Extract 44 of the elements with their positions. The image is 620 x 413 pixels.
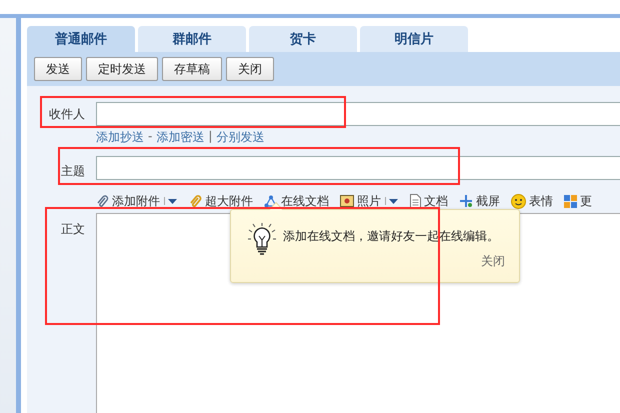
option-link[interactable]: 添加密送 [156, 129, 204, 146]
recipient-field[interactable] [96, 102, 620, 126]
caret-icon[interactable] [385, 197, 399, 205]
mail-type-tab[interactable]: 明信片 [360, 26, 468, 52]
link-separator: - [148, 129, 152, 145]
tool-label: 在线文档 [281, 193, 329, 209]
action-button[interactable]: 关闭 [226, 57, 274, 81]
field-label: 主题 [60, 162, 86, 180]
tool-label: 截屏 [476, 193, 500, 209]
action-button[interactable]: 发送 [34, 57, 82, 81]
action-button[interactable]: 定时发送 [86, 57, 158, 81]
option-link[interactable]: 添加抄送 [96, 129, 144, 146]
tool-label: 表情 [529, 193, 553, 209]
tool-label: 更 [580, 193, 592, 209]
mail-type-tab[interactable]: 群邮件 [138, 26, 246, 52]
tool-label: 照片 [357, 193, 381, 209]
attach-tool[interactable]: 截屏 [459, 193, 500, 209]
attach-tool[interactable]: 更 [564, 193, 592, 209]
link-separator: | [208, 129, 212, 145]
attach-tool[interactable]: 添加附件 [96, 193, 178, 209]
mail-type-tab[interactable]: 普通邮件 [27, 26, 135, 52]
document-icon [410, 194, 421, 208]
grid-icon [564, 194, 577, 208]
tool-label: 添加附件 [112, 193, 160, 209]
smiley-icon [511, 194, 526, 208]
attach-tool[interactable]: 超大附件 [189, 193, 253, 209]
close-link[interactable]: 关闭 [481, 253, 505, 270]
paperclip-icon [189, 194, 202, 208]
subject-field[interactable] [96, 156, 620, 180]
tool-label: 文档 [424, 193, 448, 209]
attach-tool[interactable]: 照片 [340, 193, 399, 209]
attach-tool[interactable]: 文档 [410, 193, 448, 209]
caret-icon[interactable] [164, 197, 178, 205]
option-link[interactable]: 分别发送 [216, 129, 264, 146]
paperclip-icon [96, 194, 109, 208]
lightbulb-icon [247, 222, 277, 256]
tool-label: 超大附件 [205, 193, 253, 209]
photo-icon [340, 195, 354, 207]
mail-type-tab[interactable]: 贺卡 [249, 26, 357, 52]
field-label: 收件人 [48, 106, 86, 122]
attach-tool[interactable]: 表情 [511, 193, 553, 209]
field-label: 正文 [60, 221, 86, 238]
action-button[interactable]: 存草稿 [162, 57, 222, 81]
tooltip-text: 添加在线文档，邀请好友一起在线编辑。 [283, 228, 499, 245]
